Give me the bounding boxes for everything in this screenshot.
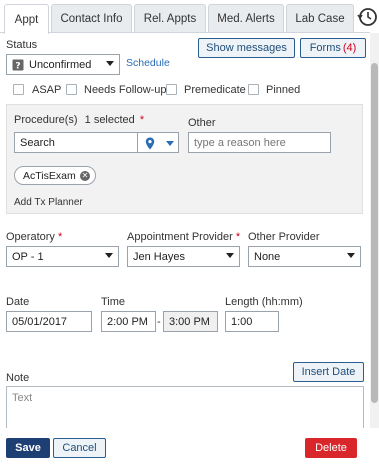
length-value: 1:00 [231, 315, 253, 328]
time-label: Time [101, 296, 126, 308]
procedures-label-text: Procedure(s) [14, 114, 78, 126]
length-label: Length (hh:mm) [225, 296, 303, 308]
button-label: Forms [309, 42, 341, 54]
other-label: Other [188, 117, 216, 129]
unconfirmed-status-icon: ? [12, 59, 24, 71]
status-label: Status [6, 39, 38, 51]
chevron-down-icon [166, 141, 174, 146]
tab-bar: Appt Contact Info Rel. Appts Med. Alerts… [0, 0, 379, 34]
tab-label: Rel. Appts [143, 13, 197, 25]
status-select[interactable]: ? Unconfirmed [6, 54, 120, 75]
start-time-value: 2:00 PM [107, 315, 148, 328]
button-label: Save [15, 442, 41, 454]
note-label: Note [6, 372, 30, 384]
other-reason-input[interactable]: type a reason here [188, 132, 331, 153]
appointment-provider-label: Appointment Provider * [127, 231, 240, 243]
note-placeholder: Text [12, 392, 33, 404]
scrollbar[interactable] [370, 33, 379, 428]
show-messages-button[interactable]: Show messages [198, 38, 295, 58]
cancel-button[interactable]: Cancel [53, 438, 106, 458]
end-time-input: 3:00 PM [163, 311, 218, 332]
premedicate-checkbox[interactable] [166, 84, 177, 95]
appointment-provider-select[interactable]: Jen Hayes [127, 246, 240, 267]
tab-label: Med. Alerts [217, 13, 275, 25]
end-time-value: 3:00 PM [169, 315, 210, 328]
insert-date-button[interactable]: Insert Date [293, 362, 364, 382]
other-reason-placeholder: type a reason here [194, 136, 286, 149]
procedures-label: Procedure(s) 1 selected * [14, 114, 144, 126]
needs-follow-up-checkbox[interactable] [66, 84, 77, 95]
pinned-label: Pinned [266, 84, 301, 96]
close-icon[interactable]: ✕ [80, 171, 90, 181]
other-provider-label: Other Provider [248, 231, 320, 243]
procedure-chip: AcTisExam ✕ [14, 166, 96, 185]
chevron-down-icon [226, 253, 234, 258]
add-tx-planner-link[interactable]: Add Tx Planner [14, 197, 83, 208]
time-separator: - [157, 316, 161, 328]
other-provider-value: None [254, 250, 281, 263]
history-icon[interactable] [356, 6, 378, 28]
other-provider-select[interactable]: None [248, 246, 361, 267]
tab-contact-info[interactable]: Contact Info [51, 4, 132, 33]
delete-button[interactable]: Delete [305, 438, 357, 458]
operatory-label-text: Operatory [6, 231, 55, 243]
button-label: Delete [315, 442, 347, 454]
operatory-value: OP - 1 [12, 250, 44, 263]
tab-med-alerts[interactable]: Med. Alerts [208, 4, 284, 33]
required-marker: * [235, 231, 241, 243]
tab-rel-appts[interactable]: Rel. Appts [134, 4, 206, 33]
start-time-input[interactable]: 2:00 PM [101, 311, 156, 332]
svg-text:?: ? [15, 62, 20, 72]
forms-button[interactable]: Forms (4) [300, 38, 366, 58]
status-value: Unconfirmed [29, 58, 92, 71]
required-marker: * [57, 231, 63, 243]
asap-label: ASAP [32, 84, 62, 96]
date-value: 05/01/2017 [12, 315, 68, 328]
operatory-select[interactable]: OP - 1 [6, 246, 119, 267]
date-label: Date [6, 296, 30, 308]
tab-label: Lab Case [295, 13, 345, 25]
scrollbar-thumb[interactable] [371, 63, 378, 403]
date-input[interactable]: 05/01/2017 [6, 311, 92, 332]
tab-lab-case[interactable]: Lab Case [286, 4, 354, 33]
chevron-down-icon [106, 61, 114, 66]
appointment-provider-value: Jen Hayes [133, 250, 185, 263]
tab-label: Contact Info [60, 13, 123, 25]
tab-label: Appt [14, 13, 39, 26]
chevron-down-icon [347, 253, 355, 258]
operatory-label: Operatory * [6, 231, 62, 243]
map-pin-icon [145, 137, 155, 150]
button-label: Cancel [62, 442, 97, 454]
procedure-chip-label: AcTisExam [23, 169, 76, 182]
tab-appt[interactable]: Appt [4, 4, 49, 34]
procedure-search-value: Search [20, 136, 55, 149]
required-marker: * [139, 114, 145, 126]
premedicate-label: Premedicate [184, 84, 246, 96]
procedures-selected-count: 1 selected [84, 114, 135, 126]
button-label: Insert Date [301, 366, 356, 378]
location-filter-button[interactable] [137, 132, 179, 153]
save-button[interactable]: Save [6, 438, 50, 458]
length-input[interactable]: 1:00 [225, 311, 279, 332]
tab-divider [0, 32, 370, 33]
pinned-checkbox[interactable] [248, 84, 259, 95]
procedure-search-input[interactable]: Search [14, 132, 138, 153]
chevron-down-icon [105, 253, 113, 258]
asap-checkbox[interactable] [13, 84, 24, 95]
forms-count-badge: (4) [342, 42, 357, 54]
schedule-link[interactable]: Schedule [126, 57, 170, 69]
needs-follow-up-label: Needs Follow-up [84, 84, 167, 96]
button-label: Show messages [206, 42, 287, 54]
note-textarea[interactable]: Text [6, 386, 364, 430]
appointment-provider-label-text: Appointment Provider [127, 231, 233, 243]
